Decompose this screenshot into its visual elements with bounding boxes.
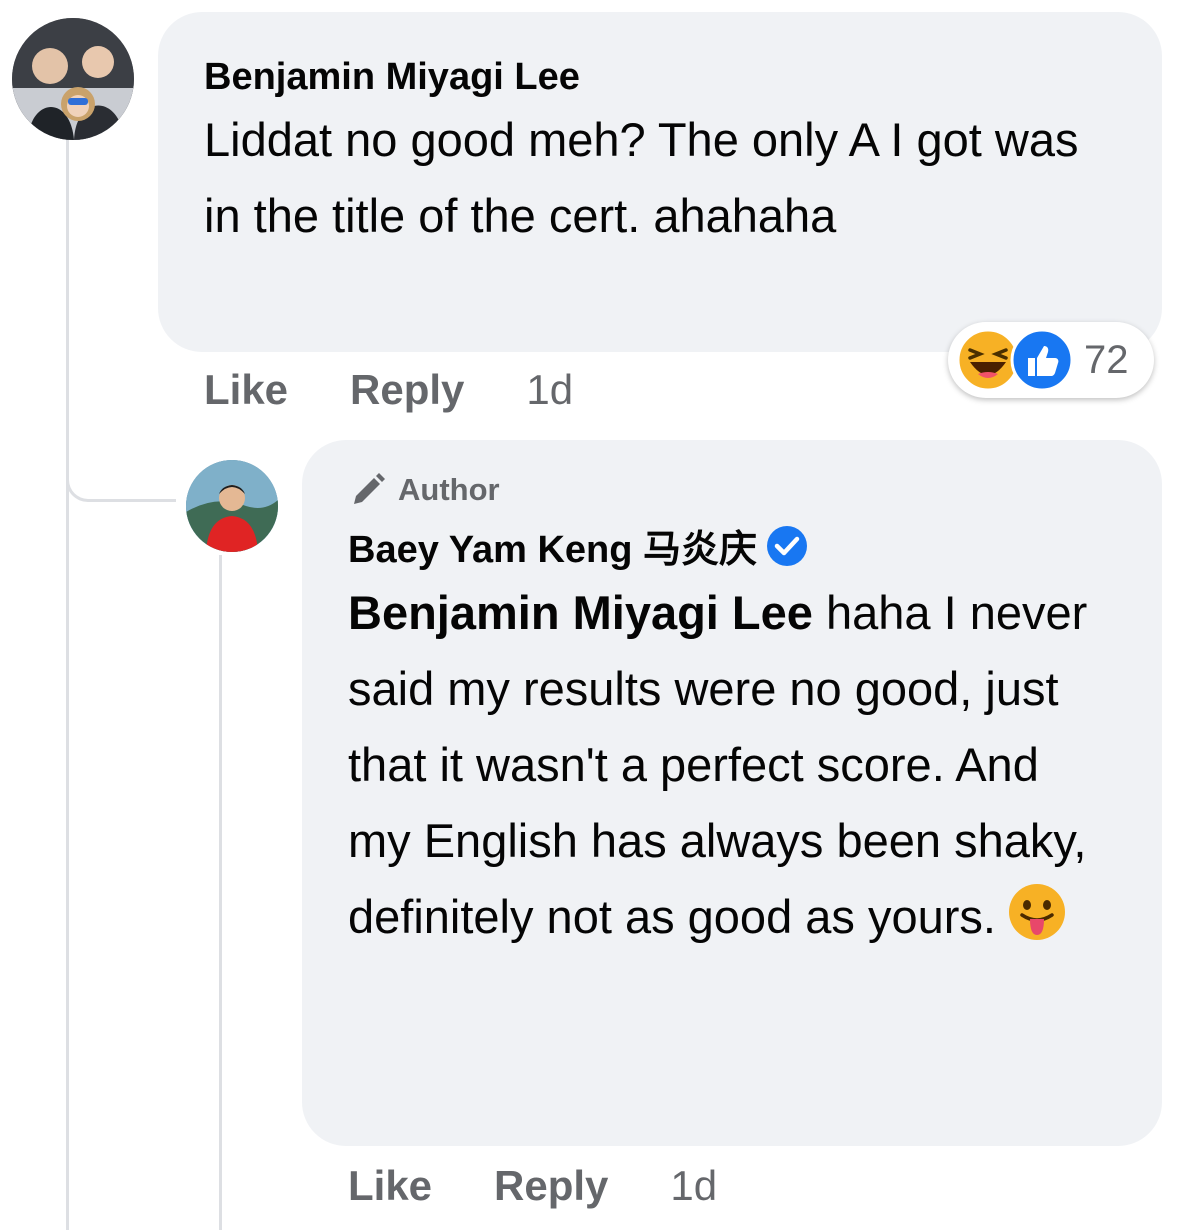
reply-like-button[interactable]: Like <box>348 1162 432 1210</box>
reaction-summary[interactable]: 72 <box>948 322 1154 398</box>
reply-author[interactable]: Baey Yam Keng 马炎庆 <box>348 524 1162 573</box>
pencil-icon <box>354 473 385 504</box>
reply-avatar[interactable] <box>186 460 278 552</box>
reply-actions: Like Reply 1d <box>348 1162 717 1210</box>
verified-icon <box>767 526 808 566</box>
reply-thread-line <box>219 555 222 1230</box>
like-icon <box>1010 328 1074 392</box>
reply-button[interactable]: Reply <box>350 366 464 414</box>
reply-timestamp[interactable]: 1d <box>670 1162 717 1210</box>
avatar[interactable] <box>12 18 134 140</box>
like-button[interactable]: Like <box>204 366 288 414</box>
thread-line <box>66 140 69 1230</box>
comment-author[interactable]: Benjamin Miyagi Lee <box>204 54 1162 100</box>
thread-connector <box>66 400 176 502</box>
reply-author-name[interactable]: Baey Yam Keng 马炎庆 <box>348 529 757 571</box>
comment-bubble: Benjamin Miyagi Lee Liddat no good meh? … <box>158 12 1162 352</box>
timestamp[interactable]: 1d <box>526 366 573 414</box>
mention-link[interactable]: Benjamin Miyagi Lee <box>348 586 813 639</box>
author-badge: Author <box>348 470 1162 510</box>
reply-bubble: Author Baey Yam Keng 马炎庆 Benjamin Miyagi… <box>302 440 1162 1146</box>
comment-text: Liddat no good meh? The only A I got was… <box>204 113 1079 242</box>
author-badge-label: Author <box>398 472 500 507</box>
tongue-out-emoji <box>1008 884 1065 940</box>
reply-text: Benjamin Miyagi Lee haha I never said my… <box>348 575 1108 955</box>
reply-reply-button[interactable]: Reply <box>494 1162 608 1210</box>
reaction-count: 72 <box>1084 337 1129 382</box>
reply-body: haha I never said my results were no goo… <box>348 586 1088 943</box>
comment-actions: Like Reply 1d <box>204 366 573 414</box>
